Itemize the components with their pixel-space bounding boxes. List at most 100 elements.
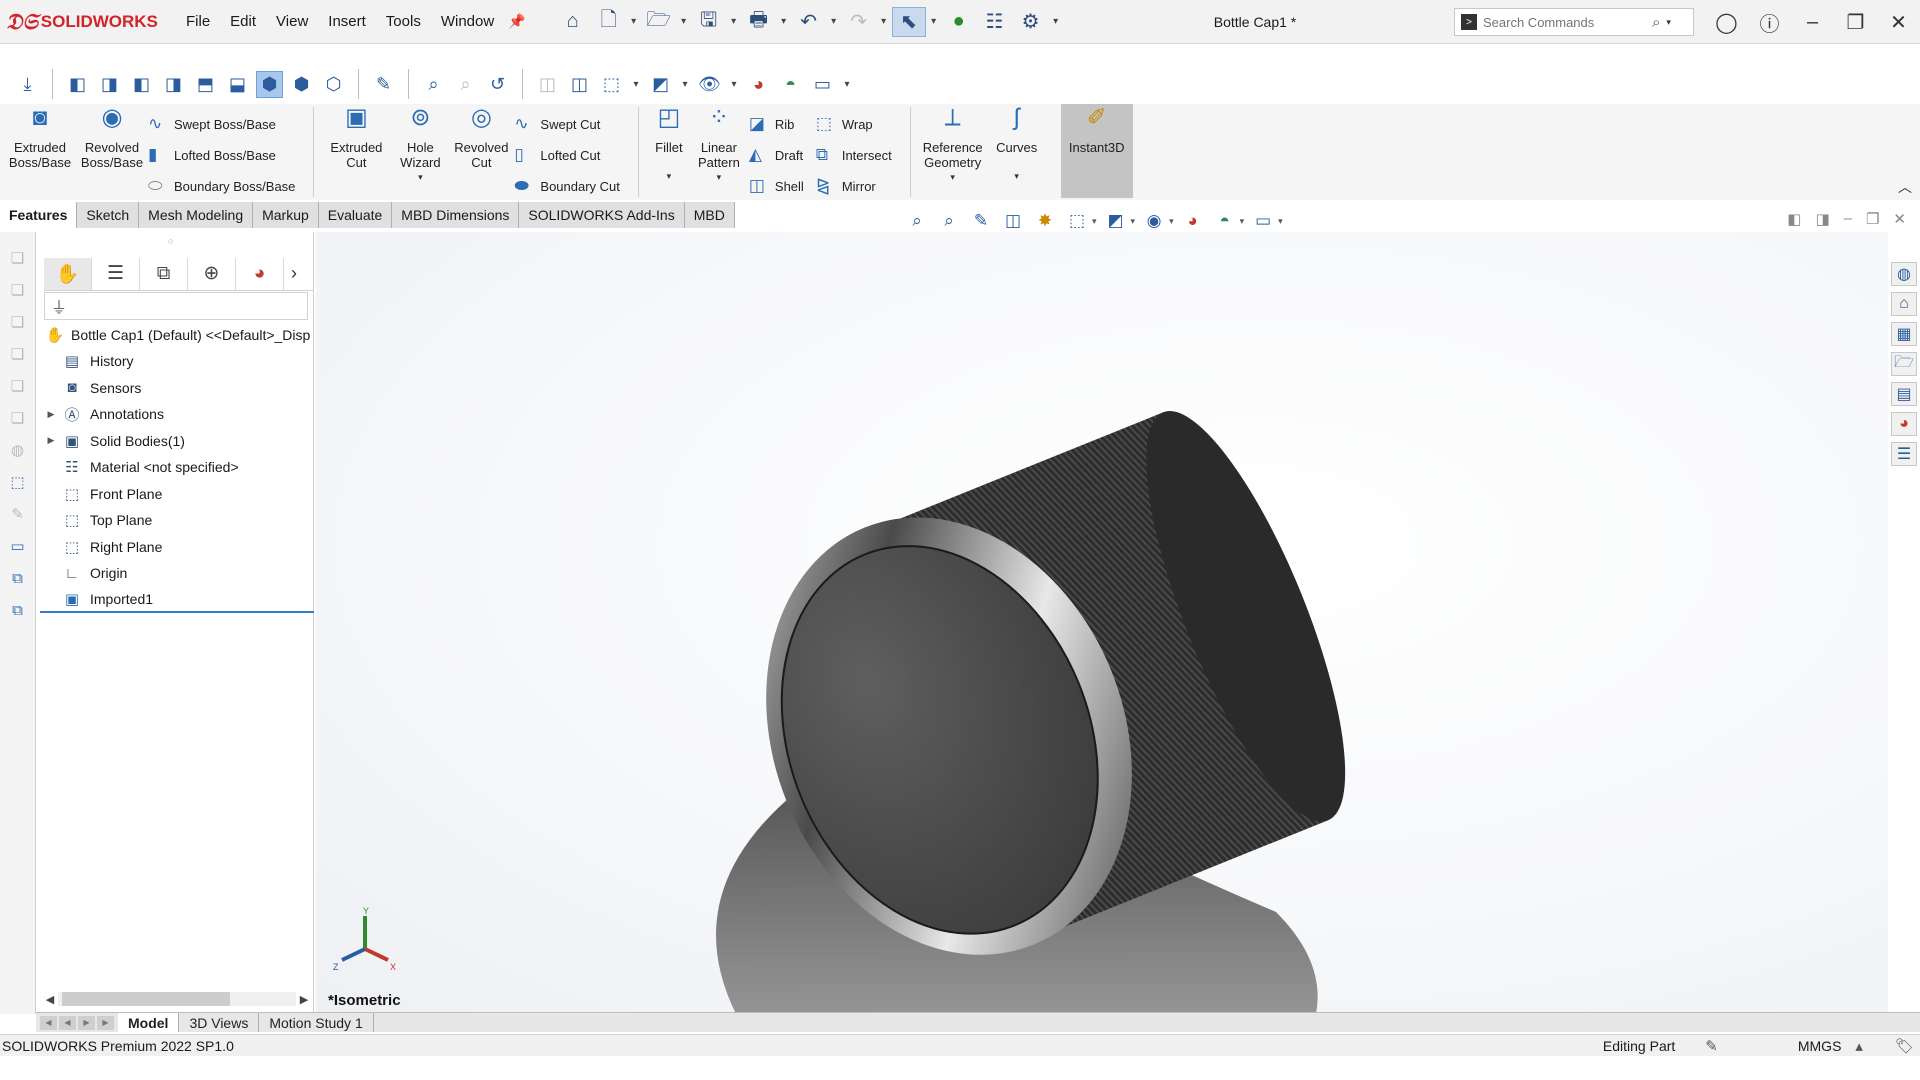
collapse-ribbon-icon[interactable]: ︿ [1898, 177, 1912, 197]
menu-view[interactable]: View [266, 13, 318, 30]
strip-copy3-icon[interactable]: ⧉ [7, 598, 29, 622]
swept-cut-button[interactable]: ∿ Swept Cut [514, 112, 620, 136]
unit-system-caret-icon[interactable]: ▴ [1855, 1037, 1863, 1055]
tab-mbd[interactable]: MBD [684, 202, 735, 228]
draft-button[interactable]: ◭ Draft [749, 143, 804, 167]
property-manager-icon[interactable]: ☰ [92, 257, 140, 290]
unit-system[interactable]: MMGS [1798, 1038, 1842, 1054]
tree-item-front-plane[interactable]: ⬚ Front Plane [40, 481, 314, 508]
view-orientation-icon[interactable]: ⬚ [1064, 208, 1090, 234]
tab-3d-views[interactable]: 3D Views [179, 1013, 260, 1032]
view-settings-icon[interactable]: ▭ [809, 71, 836, 98]
tree-item-imported1[interactable]: ▣ Imported1 [40, 587, 314, 613]
reference-geometry-caret-icon[interactable]: ▾ [950, 170, 955, 185]
tab-model[interactable]: Model [118, 1013, 180, 1032]
tab-features[interactable]: Features [0, 202, 78, 228]
bottle-cap-model[interactable] [316, 232, 1888, 1014]
extruded-boss-button[interactable]: ◙ Extruded Boss/Base [4, 104, 76, 200]
isometric-view-icon[interactable]: ⬢ [256, 70, 283, 98]
zoom-to-fit-icon[interactable]: ⌕ [420, 71, 447, 98]
reference-geometry-button[interactable]: ⟂ Reference Geometry ▾ [917, 104, 989, 200]
swept-boss-button[interactable]: ∿ Swept Boss/Base [148, 112, 295, 136]
redo-icon[interactable]: ↷ [842, 7, 876, 37]
view-orientation-icon[interactable]: ⬚ [598, 71, 625, 98]
view-orientation-caret-icon[interactable]: ▾ [630, 79, 642, 90]
search-input[interactable] [1483, 14, 1648, 30]
options-caret-icon[interactable]: ▾ [1050, 16, 1062, 27]
strip-doc4-icon[interactable]: ❏ [7, 406, 29, 430]
mirror-button[interactable]: ⧎ Mirror [816, 174, 892, 198]
trimetric-view-icon[interactable]: ⬢ [288, 71, 315, 98]
hole-wizard-button[interactable]: ⊚ Hole Wizard ▾ [392, 104, 448, 200]
panel-grip-icon[interactable]: ○ [168, 236, 173, 246]
open-folder-icon[interactable]: 🗁 [642, 7, 676, 37]
hide-show-items-icon[interactable]: 👁 [696, 71, 723, 98]
extruded-cut-button[interactable]: ▣ Extruded Cut [320, 104, 392, 200]
search-commands[interactable]: > ⌕ ▾ [1454, 8, 1694, 36]
wrap-button[interactable]: ⬚ Wrap [816, 112, 892, 136]
strip-paste-icon[interactable]: ❏ [7, 278, 29, 302]
redo-caret-icon[interactable]: ▾ [878, 16, 890, 27]
tree-item-sensors[interactable]: ◙ Sensors [40, 375, 314, 402]
first-tab-icon[interactable]: ◀ [40, 1015, 57, 1030]
last-tab-icon[interactable]: ▶ [97, 1015, 114, 1030]
options-gear-icon[interactable]: ⚙ [1014, 7, 1048, 37]
tab-motion-study[interactable]: Motion Study 1 [259, 1013, 374, 1032]
open-caret-icon[interactable]: ▾ [678, 16, 690, 27]
shell-button[interactable]: ◫ Shell [749, 174, 804, 198]
appearance-brush-icon[interactable]: ✎ [370, 71, 397, 98]
tree-item-annotations[interactable]: ▶ Ⓐ Annotations [40, 401, 314, 428]
feature-manager-tree-icon[interactable]: ✋ [44, 257, 92, 290]
hole-wizard-caret-icon[interactable]: ▾ [418, 170, 423, 185]
print-icon[interactable]: 🖶 [742, 7, 776, 37]
tab-markup[interactable]: Markup [253, 202, 319, 228]
pin-icon[interactable]: 📌 [508, 13, 525, 30]
tree-item-history[interactable]: ▤ History [40, 348, 314, 375]
curves-button[interactable]: ʃ Curves ▾ [989, 104, 1045, 200]
print-caret-icon[interactable]: ▾ [778, 16, 790, 27]
new-document-icon[interactable]: 🗋 [592, 7, 626, 37]
view-settings-caret-icon[interactable]: ▾ [1278, 216, 1283, 227]
viewport-restore-icon[interactable]: ❐ [1866, 210, 1879, 228]
dimxpert-manager-icon[interactable]: ⊕ [188, 257, 236, 290]
section-view-icon[interactable]: ◫ [534, 71, 561, 98]
strip-display-icon[interactable]: ▭ [7, 534, 29, 558]
strip-copy-icon[interactable]: ❏ [7, 246, 29, 270]
custom-properties-icon[interactable]: ☰ [1891, 442, 1917, 466]
strip-doc-icon[interactable]: ❏ [7, 310, 29, 334]
tree-horizontal-scrollbar[interactable]: ◀ ▶ [42, 990, 312, 1008]
home-icon[interactable]: ⌂ [556, 7, 590, 37]
configuration-manager-icon[interactable]: ⧉ [140, 257, 188, 290]
fillet-caret-icon[interactable]: ▾ [667, 169, 672, 184]
prev-tab-icon[interactable]: ◀ [59, 1015, 76, 1030]
new-caret-icon[interactable]: ▾ [628, 16, 640, 27]
solidworks-logo[interactable]: 𝔇𝔖 SOLIDWORKS [6, 9, 176, 35]
viewport-close-icon[interactable]: ✕ [1893, 210, 1906, 228]
fillet-button[interactable]: ◰ Fillet ▾ [645, 104, 693, 200]
revolved-boss-button[interactable]: ◉ Revolved Boss/Base [76, 104, 148, 200]
next-tab-icon[interactable]: ▶ [78, 1015, 95, 1030]
select-pointer-icon[interactable]: ⬉ [891, 6, 926, 37]
expand-arrow-icon[interactable]: ▶ [40, 409, 60, 420]
minimize-icon[interactable]: – [1791, 11, 1834, 34]
tab-mesh-modeling[interactable]: Mesh Modeling [139, 202, 254, 228]
display-style-icon[interactable]: ◩ [647, 71, 674, 98]
undo-icon[interactable]: ↶ [792, 7, 826, 37]
front-view-icon[interactable]: ◧ [64, 71, 91, 98]
tree-item-right-plane[interactable]: ⬚ Right Plane [40, 534, 314, 561]
appearances-scenes-icon[interactable]: ◕ [1891, 412, 1917, 436]
intersect-button[interactable]: ⧉ Intersect [816, 143, 892, 167]
boundary-boss-button[interactable]: ⬭ Boundary Boss/Base [148, 174, 295, 198]
user-account-icon[interactable]: ◯ [1705, 10, 1748, 35]
menu-tools[interactable]: Tools [376, 13, 431, 30]
tags-icon[interactable]: 🏷 [1895, 1037, 1914, 1055]
3dexperience-home-icon[interactable]: ⌂ [1891, 292, 1917, 316]
tile-right-icon[interactable]: ◨ [1815, 210, 1829, 228]
hide-show-items-icon[interactable]: ◉ [1141, 208, 1167, 234]
undo-caret-icon[interactable]: ▾ [828, 16, 840, 27]
menu-file[interactable]: File [176, 13, 220, 30]
search-caret-icon[interactable]: ▾ [1666, 17, 1671, 28]
strip-select-icon[interactable]: ⬚ [7, 470, 29, 494]
expand-arrow-icon[interactable]: ▶ [40, 435, 60, 446]
apply-scene-icon[interactable]: ◓ [777, 71, 804, 98]
